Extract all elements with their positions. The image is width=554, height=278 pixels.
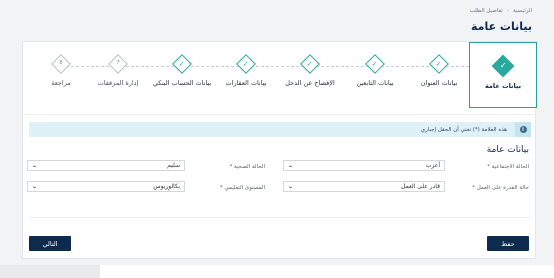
step-label: الإفصاح عن الدخل	[285, 79, 335, 87]
check-icon: ✓	[429, 54, 449, 74]
work-ability-select[interactable]: قادر على العمل ⌄	[283, 181, 445, 192]
chevron-down-icon: ⌄	[30, 183, 39, 190]
required-fields-notice: i هذه العلامة (*) تعني أن الحقل إجباري	[29, 122, 531, 137]
save-button[interactable]: حفظ	[487, 236, 529, 251]
step-label: مراجعة	[51, 79, 71, 87]
marital-status-select[interactable]: أعزب ⌄	[283, 160, 445, 171]
step-number-badge: 7	[108, 54, 128, 74]
info-icon-box: i	[515, 122, 531, 137]
info-icon: i	[519, 126, 527, 133]
notice-text: هذه العلامة (*) تعني أن الحقل إجباري	[420, 126, 507, 133]
stepper: ✓ بيانات عامة ✓ بيانات العنوان ✓ بيانات …	[23, 42, 537, 110]
step-label: بيانات عامة	[484, 82, 522, 90]
page-title: بيانات عامة	[470, 20, 532, 33]
section-title: بيانات عامة	[486, 145, 529, 155]
education-level-value: بكالوريوس	[153, 183, 180, 190]
step-bank-account-info[interactable]: ✓ بيانات الحساب البنكي	[148, 42, 216, 108]
step-real-estate-info[interactable]: ✓ بيانات العقارات	[212, 42, 280, 108]
chevron-down-icon: ⌄	[286, 162, 295, 169]
stepper-divider	[23, 114, 537, 115]
breadcrumb-current: تفاصيل الطلب	[469, 8, 503, 14]
chevron-down-icon: ⌄	[30, 162, 39, 169]
breadcrumb-separator: ›	[506, 8, 510, 14]
education-level-label: المستوى التعليمي *	[219, 185, 265, 191]
check-icon: ✓	[236, 54, 256, 74]
health-status-label: الحالة الصحية *	[229, 164, 265, 170]
work-ability-label: حالة القدرة على العمل *	[472, 185, 529, 191]
form-divider	[29, 217, 531, 218]
step-income-disclosure[interactable]: ✓ الإفصاح عن الدخل	[276, 42, 344, 108]
education-level-select[interactable]: بكالوريوس ⌄	[27, 181, 185, 192]
next-button[interactable]: التالي	[29, 236, 71, 251]
chevron-down-icon: ⌄	[286, 183, 295, 190]
check-icon: ✓	[300, 54, 320, 74]
check-icon: ✓	[491, 54, 515, 78]
step-general-info[interactable]: ✓ بيانات عامة	[469, 42, 537, 108]
health-status-value: سليم	[167, 162, 180, 169]
step-label: بيانات العنوان	[420, 79, 458, 87]
breadcrumb-home-link[interactable]: الرئيسية	[513, 8, 532, 14]
step-label: بيانات التابعين	[356, 79, 394, 87]
step-label: إدارة المرفقات	[97, 79, 139, 87]
marital-status-label: الحالة الاجتماعية *	[487, 164, 529, 170]
breadcrumb: الرئيسية › تفاصيل الطلب	[470, 8, 532, 14]
step-address-info[interactable]: ✓ بيانات العنوان	[405, 42, 473, 108]
marital-status-value: أعزب	[425, 162, 440, 169]
check-icon: ✓	[365, 54, 385, 74]
form-card: ✓ بيانات عامة ✓ بيانات العنوان ✓ بيانات …	[22, 41, 537, 259]
footer-strip	[0, 265, 100, 278]
work-ability-value: قادر على العمل	[400, 183, 440, 190]
health-status-select[interactable]: سليم ⌄	[27, 160, 185, 171]
step-review[interactable]: 8 مراجعة	[27, 42, 95, 108]
step-dependents-info[interactable]: ✓ بيانات التابعين	[341, 42, 409, 108]
step-label: بيانات العقارات	[225, 79, 267, 87]
step-number-badge: 8	[51, 54, 71, 74]
check-icon: ✓	[172, 54, 192, 74]
step-label: بيانات الحساب البنكي	[152, 79, 212, 87]
